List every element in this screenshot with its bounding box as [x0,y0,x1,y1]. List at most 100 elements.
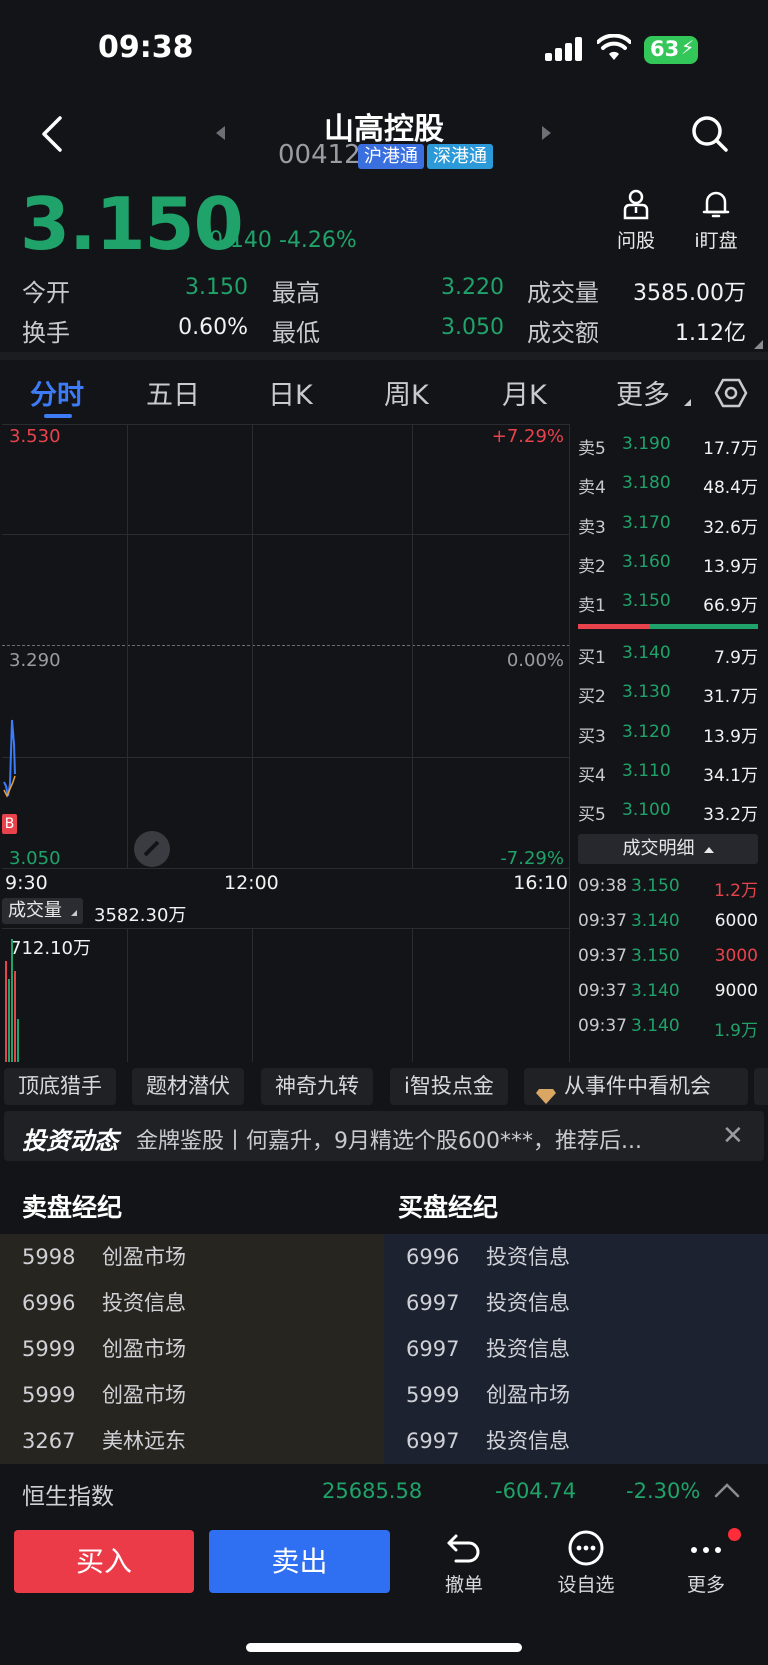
search-icon [692,116,728,152]
bid-volume: 31.7万 [703,687,758,707]
cancel-order-button[interactable]: 撤单 [424,1528,504,1597]
pct-axis-mid: 0.00% [506,650,564,671]
chip-event-label: 从事件中看机会 [564,1074,711,1098]
chip-overflow [754,1068,768,1105]
section-divider [0,352,768,360]
trade-price: 3.140 [631,981,680,1001]
sell-broker-row: 3267 美林远东 [0,1418,384,1464]
buy-broker-row: 6996 投资信息 [384,1234,768,1280]
add-watchlist-button[interactable]: 设自选 [546,1528,626,1597]
more-button[interactable]: 更多 [666,1528,746,1597]
news-banner[interactable]: 投资动态 金牌鉴股丨何嘉升，9月精选个股600***，推荐后... ✕ [4,1111,764,1161]
intraday-chart[interactable]: 3.530 +7.29% 3.290 0.00% 3.050 -7.29% B … [2,424,570,1062]
buy-brokers-title: 买盘经纪 [398,1193,499,1222]
close-icon[interactable]: ✕ [722,1121,744,1151]
ask-volume: 13.9万 [703,557,758,577]
chip-bottom-hunter[interactable]: 顶底猎手 [4,1068,116,1105]
stat-value-open: 3.150 [185,275,248,300]
tab-monthly-k[interactable]: 月K [502,373,547,412]
broker-name: 投资信息 [486,1429,570,1453]
bid-volume: 7.9万 [713,648,758,668]
broker-name: 创盈市场 [102,1337,186,1361]
expand-corner-icon[interactable] [754,340,763,349]
bid-price: 3.110 [622,761,671,781]
chip-event-opportunity[interactable]: 从事件中看机会 [524,1068,748,1105]
tab-more-arrow-icon [684,399,691,406]
ask-label: 卖5 [578,439,606,459]
grid-h-line [2,534,570,535]
trade-volume: 6000 [714,911,758,931]
broker-name: 创盈市场 [102,1245,186,1269]
ask-label: 卖2 [578,557,606,577]
trade-time: 09:37 [578,1016,627,1036]
search-button[interactable] [690,114,730,154]
tab-weekly-k[interactable]: 周K [384,373,429,412]
broker-id: 6997 [406,1429,460,1453]
ask-price: 3.180 [622,473,671,493]
broker-name: 美林远东 [102,1429,186,1453]
bell-icon [702,191,730,218]
buy-button[interactable]: 买入 [14,1530,194,1593]
chevron-up-icon[interactable] [714,1482,740,1502]
person-icon [623,189,649,220]
grid-v-line [412,424,413,868]
broker-name: 投资信息 [102,1291,186,1315]
sell-button[interactable]: 卖出 [209,1530,390,1593]
bid-label: 买3 [578,727,606,747]
chip-smart-gold[interactable]: i智投点金 [390,1068,508,1105]
tab-more[interactable]: 更多 [616,373,670,412]
broker-id: 3267 [22,1429,76,1453]
price-change: -0.140 [201,228,272,253]
ask-volume: 66.9万 [703,596,758,616]
ask-price: 3.150 [622,591,671,611]
stock-code: 00412 [278,140,361,170]
bid-price: 3.130 [622,682,671,702]
grid-border-top [2,424,570,425]
tab-five-day[interactable]: 五日 [146,373,200,412]
volume-indicator-select[interactable]: 成交量 [2,898,84,924]
index-bar[interactable]: 恒生指数 25685.58 -604.74 -2.30% [0,1466,768,1518]
bid-ask-ratio-bar [578,624,758,629]
bid-volume: 34.1万 [703,766,758,786]
diamond-icon [536,1079,556,1104]
ask-label: 卖3 [578,518,606,538]
volume-max: 712.10万 [10,938,91,959]
trade-time: 09:38 [578,876,627,896]
pct-axis-bottom: -7.29% [500,848,564,869]
stat-value-amount: 1.12亿 [675,321,746,346]
chart-settings-button[interactable] [714,376,748,414]
broker-id: 5998 [22,1245,76,1269]
bid-price: 3.140 [622,643,671,663]
index-change: -604.74 [495,1479,577,1503]
watch-button[interactable]: i盯盘 [688,188,744,253]
stock-name: 山高控股 [324,112,444,147]
trade-time: 09:37 [578,946,627,966]
grid-v-line [252,928,253,1062]
tab-intraday[interactable]: 分时 [30,373,84,412]
sell-broker-row: 6996 投资信息 [0,1280,384,1326]
trade-price: 3.140 [631,911,680,931]
battery-icon: 63 ⚡ [644,36,698,64]
tab-active-indicator [44,414,72,418]
edit-icon [143,840,160,857]
undo-icon [424,1528,504,1570]
grid-v-line [252,424,253,868]
draw-tool-button[interactable] [134,831,170,867]
ask-volume: 48.4万 [703,478,758,498]
volume-bars [5,939,19,1062]
chip-magic-nine[interactable]: 神奇九转 [261,1068,373,1105]
chip-theme-ambush[interactable]: 题材潜伏 [132,1068,244,1105]
ask-label: 卖4 [578,478,606,498]
more-circle-icon [546,1528,626,1570]
current-price: 3.150 [20,182,244,266]
x-axis-end: 16:10 [513,872,568,894]
index-name: 恒生指数 [22,1484,114,1510]
ask-stock-button[interactable]: 问股 [612,188,660,253]
bid-price: 3.100 [622,800,671,820]
bid-label: 买2 [578,687,606,707]
home-indicator [246,1643,522,1652]
caret-up-icon [703,846,714,853]
sell-brokers-title: 卖盘经纪 [22,1193,123,1222]
tab-daily-k[interactable]: 日K [268,373,313,412]
trade-details-toggle[interactable]: 成交明细 [578,834,758,864]
